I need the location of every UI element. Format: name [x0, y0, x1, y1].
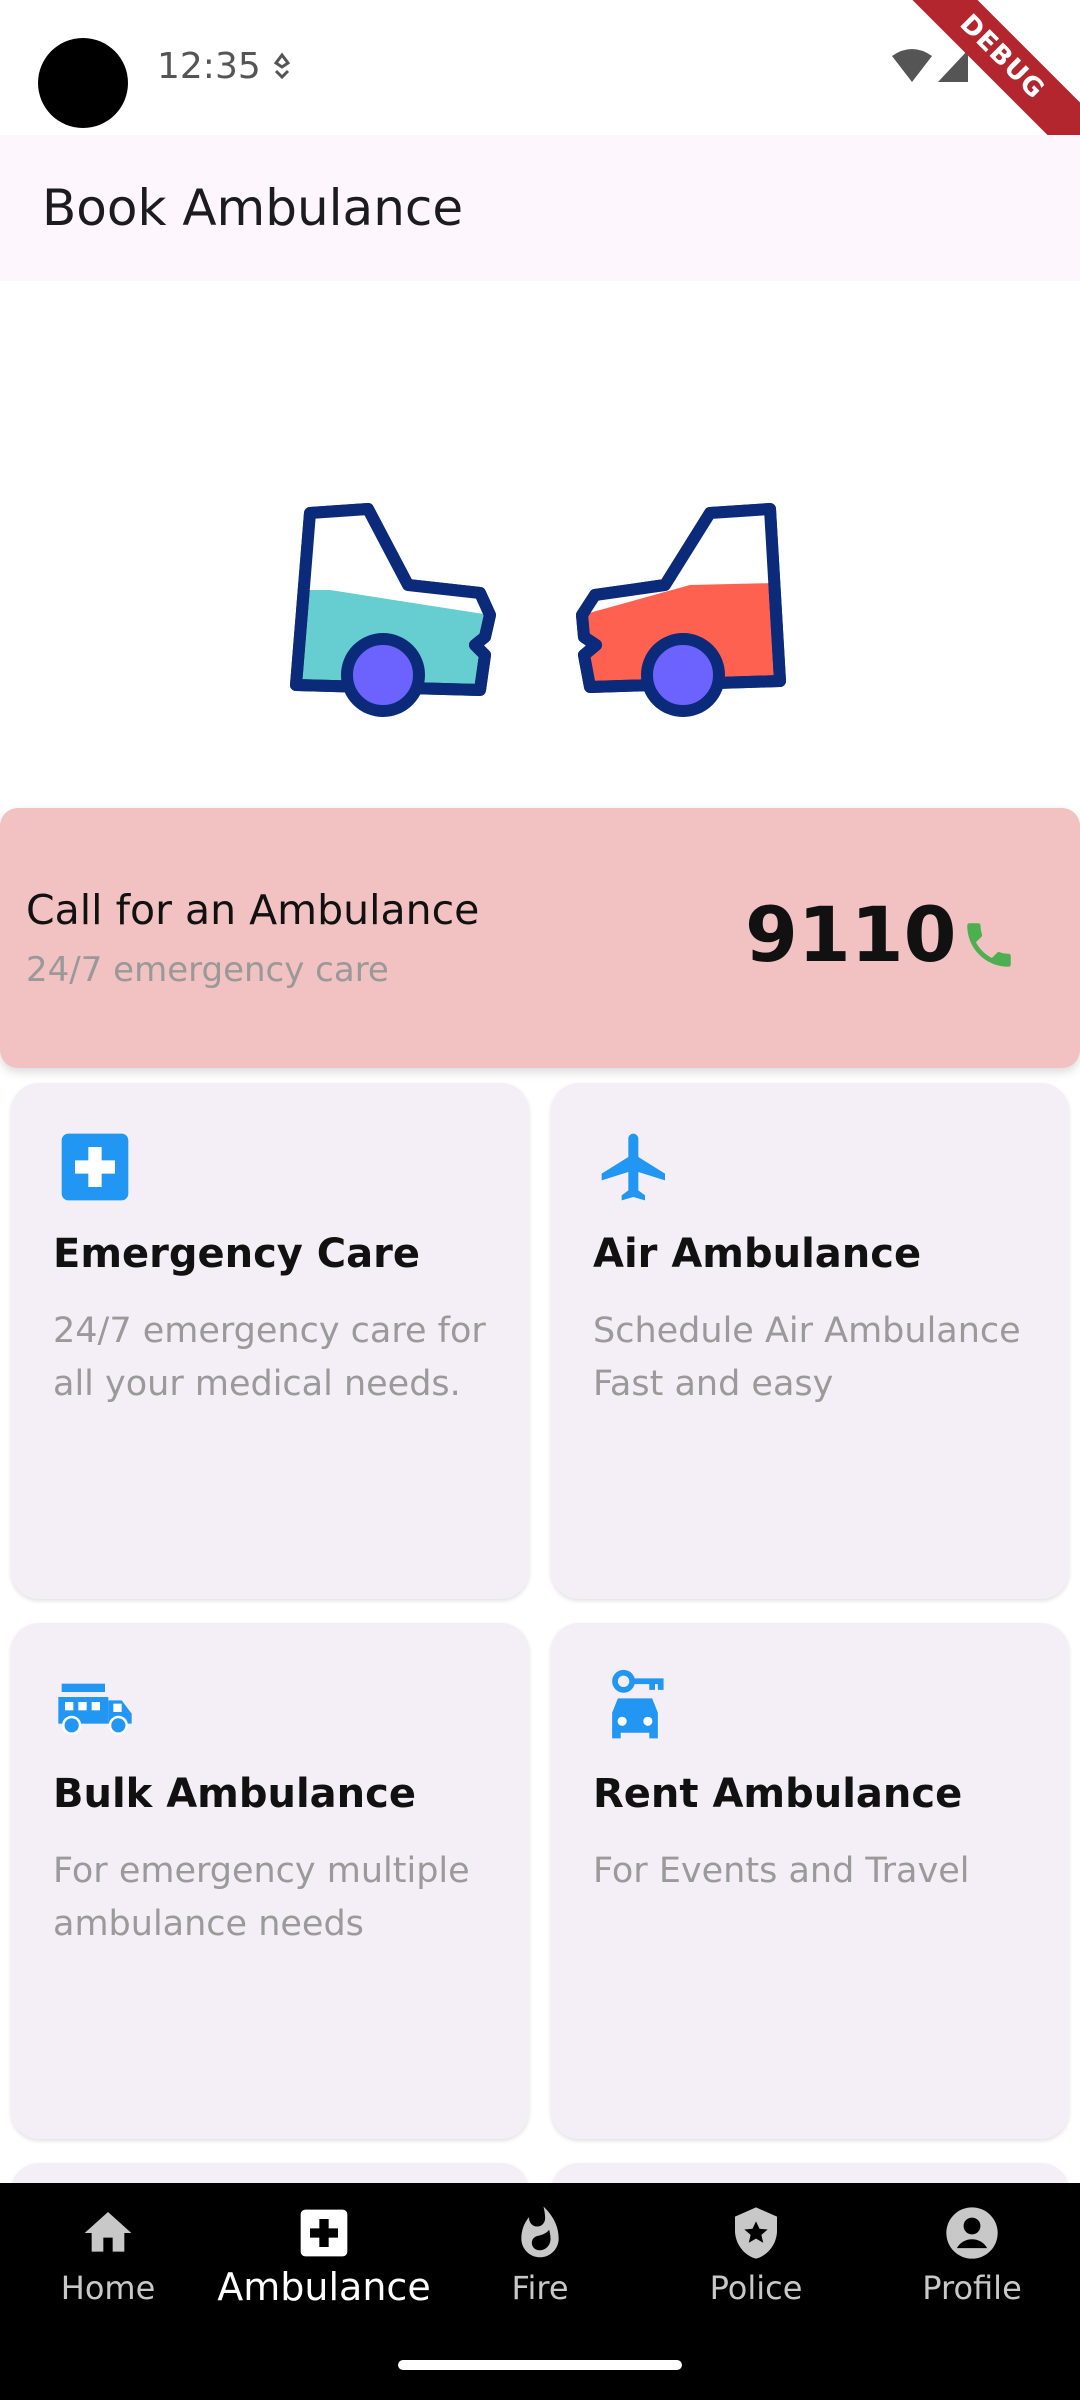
- card-title: Emergency Care: [53, 1231, 421, 1277]
- medical-cross-icon: [300, 2209, 348, 2257]
- home-indicator[interactable]: [398, 2360, 682, 2370]
- nav-item-profile[interactable]: Profile: [864, 2205, 1080, 2307]
- wifi-icon: [892, 49, 932, 82]
- nav-item-ambulance[interactable]: Ambulance: [216, 2205, 432, 2309]
- nav-item-police[interactable]: Police: [648, 2205, 864, 2307]
- cars-illustration: [290, 503, 786, 717]
- call-card-subtitle: 24/7 emergency care: [26, 950, 389, 990]
- nav-label: Fire: [511, 2269, 569, 2307]
- airplane-icon: [601, 1133, 665, 1201]
- card-emergency-care[interactable]: Emergency Care 24/7 emergency care for a…: [11, 1083, 529, 1599]
- card-title: Air Ambulance: [593, 1231, 922, 1277]
- page-title: Book Ambulance: [42, 179, 464, 237]
- fire-icon: [521, 2206, 559, 2258]
- nav-label: Profile: [922, 2269, 1022, 2307]
- card-description: Schedule Air Ambulance Fast and easy: [593, 1311, 1021, 1404]
- nav-item-fire[interactable]: Fire: [432, 2205, 648, 2307]
- card-title: Rent Ambulance: [593, 1771, 963, 1817]
- phone-icon[interactable]: [960, 916, 1018, 974]
- home-icon: [84, 2212, 132, 2252]
- card-rent-ambulance[interactable]: Rent Ambulance For Events and Travel: [551, 1623, 1069, 2139]
- camera-cutout: [38, 38, 128, 128]
- card-description: 24/7 emergency care for all your medical…: [53, 1311, 486, 1404]
- card-description: For emergency multiple ambulance needs: [53, 1851, 470, 1944]
- nav-item-home[interactable]: Home: [0, 2205, 216, 2307]
- nav-label: Home: [60, 2269, 156, 2307]
- medical-cross-icon: [61, 1133, 129, 1201]
- fire-truck-icon: [58, 1683, 132, 1735]
- nav-label: Ambulance: [217, 2265, 431, 2309]
- emergency-number[interactable]: 9110: [745, 890, 957, 979]
- app-bar: Book Ambulance: [0, 135, 1080, 281]
- nav-label: Police: [709, 2269, 803, 2307]
- call-ambulance-card[interactable]: Call for an Ambulance 24/7 emergency car…: [0, 808, 1080, 1068]
- status-time: 12:35: [157, 46, 261, 87]
- notification-icon: [273, 52, 291, 80]
- police-shield-icon: [735, 2207, 777, 2259]
- call-card-title: Call for an Ambulance: [26, 886, 480, 934]
- card-bulk-ambulance[interactable]: Bulk Ambulance For emergency multiple am…: [11, 1623, 529, 2139]
- car-rental-icon: [612, 1669, 664, 1739]
- card-air-ambulance[interactable]: Air Ambulance Schedule Air Ambulance Fas…: [551, 1083, 1069, 1599]
- status-bar: 12:35 DEBUG: [0, 0, 1080, 180]
- profile-icon: [946, 2207, 998, 2259]
- card-description: For Events and Travel: [593, 1851, 970, 1891]
- card-title: Bulk Ambulance: [53, 1771, 416, 1817]
